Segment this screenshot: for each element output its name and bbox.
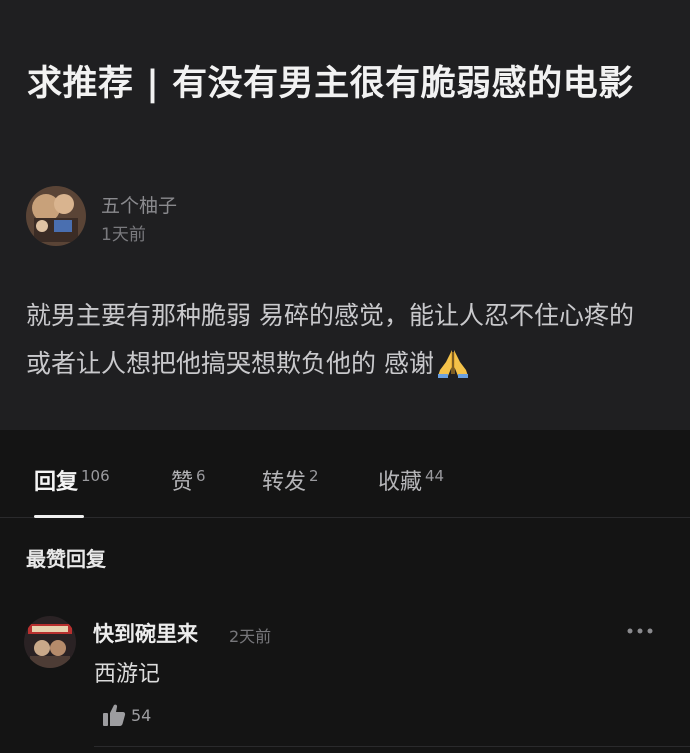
like-count: 54 (131, 706, 152, 725)
tab-replies-count: 106 (81, 467, 110, 485)
comment-avatar[interactable] (24, 616, 76, 668)
pray-emoji-icon (436, 346, 470, 394)
post-time: 1天前 (101, 225, 146, 245)
active-tab-indicator (34, 515, 84, 518)
tab-reposts-label: 转发 (262, 470, 307, 495)
post-body: 就男主要有那种脆弱 易碎的感觉，能让人忍不住心疼的 或者让人想把他搞哭想欺负他的… (26, 292, 666, 394)
thumbs-up-icon[interactable] (101, 702, 127, 728)
comment-time: 2天前 (229, 627, 272, 646)
post-body-text: 就男主要有那种脆弱 易碎的感觉，能让人忍不住心疼的 或者让人想把他搞哭想欺负他的… (26, 301, 634, 378)
tab-reposts-count: 2 (309, 467, 319, 485)
tab-favorites-count: 44 (425, 467, 445, 485)
tab-favorites-label: 收藏 (378, 470, 423, 495)
more-options-icon[interactable] (624, 620, 656, 642)
author-avatar[interactable] (26, 186, 86, 246)
divider (94, 746, 690, 747)
comment-username[interactable]: 快到碗里来 (93, 618, 198, 648)
tab-replies[interactable]: 回复 106 (34, 464, 110, 496)
author-name[interactable]: 五个柚子 (101, 191, 177, 218)
section-title-top-replies: 最赞回复 (26, 547, 106, 571)
tab-likes-count: 6 (196, 467, 206, 485)
comment-text: 西游记 (94, 662, 161, 687)
tab-replies-label: 回复 (34, 470, 79, 495)
post-title: 求推荐 | 有没有男主很有脆弱感的电影 (27, 64, 634, 104)
tab-favorites[interactable]: 收藏 44 (378, 464, 444, 496)
tab-likes[interactable]: 赞6 (171, 464, 206, 496)
tab-likes-label: 赞 (171, 470, 194, 495)
post-card: 求推荐 | 有没有男主很有脆弱感的电影 五个柚子 1天前 就男主要有那种脆弱 易… (0, 0, 690, 430)
tab-bar: 回复 106 赞6 转发 2 收藏 44 (0, 450, 690, 518)
tab-reposts[interactable]: 转发 2 (262, 464, 319, 496)
